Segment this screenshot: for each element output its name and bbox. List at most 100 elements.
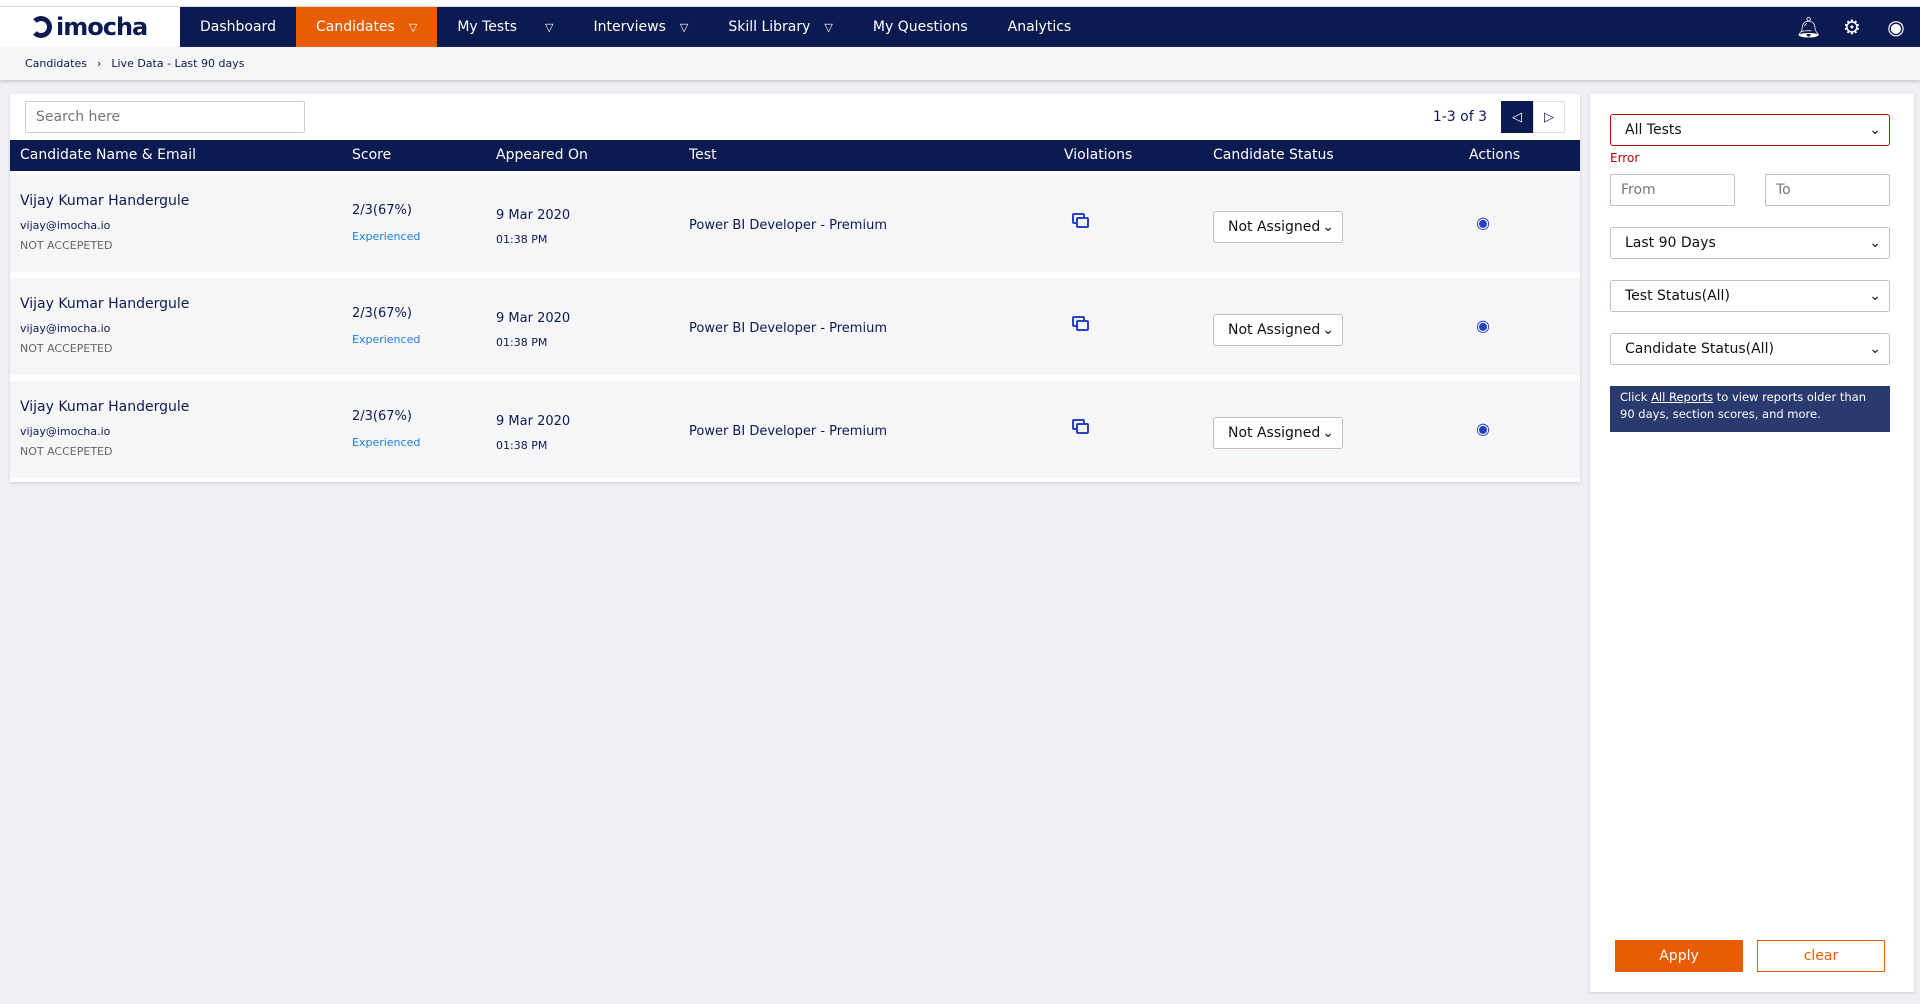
nav-skill-library[interactable]: Skill Library ▽ <box>708 7 853 47</box>
chevron-down-icon: ⌄ <box>1869 122 1881 138</box>
chevron-down-icon: ⌄ <box>1869 235 1881 251</box>
table-header: Candidate Name & Email Score Appeared On… <box>10 140 1580 171</box>
experience-level: Experienced <box>352 230 421 243</box>
header-status: Candidate Status <box>1213 147 1334 163</box>
apply-button[interactable]: Apply <box>1615 940 1743 972</box>
filter-panel: All Tests ⌄ Error From To Last 90 Days ⌄ T… <box>1590 94 1914 992</box>
test-select[interactable]: All Tests ⌄ <box>1610 114 1890 146</box>
info-box: Click All Reports to view reports older … <box>1610 386 1890 432</box>
dropdown-triangle-icon[interactable]: ▽ <box>409 21 417 34</box>
table-row: Vijay Kumar Handergule vijay@imocha.io N… <box>10 278 1580 375</box>
search-input[interactable] <box>25 101 305 133</box>
gear-icon[interactable]: ⚙ <box>1840 15 1864 39</box>
pagination-text: 1-3 of 3 <box>1432 109 1487 125</box>
all-reports-link[interactable]: All Reports <box>1651 390 1713 404</box>
invite-status: NOT ACCEPETED <box>20 239 113 252</box>
error-message: Error <box>1610 151 1640 165</box>
candidate-email: vijay@imocha.io <box>20 219 111 232</box>
header-actions: Actions <box>1469 147 1521 163</box>
header-violations: Violations <box>1064 147 1133 163</box>
dropdown-triangle-icon[interactable]: ▽ <box>545 21 553 34</box>
select-value: Not Assigned <box>1228 425 1321 441</box>
nav-label: Candidates <box>315 19 395 35</box>
violations-icon[interactable] <box>1072 213 1090 229</box>
invite-status: NOT ACCEPETED <box>20 342 113 355</box>
brand-name: imocha <box>56 13 148 41</box>
dropdown-triangle-icon[interactable]: ▽ <box>680 21 688 34</box>
table-row: Vijay Kumar Handergule vijay@imocha.io N… <box>10 381 1580 478</box>
nav-interviews[interactable]: Interviews ▽ <box>573 7 708 47</box>
header-score: Score <box>352 147 392 163</box>
select-value: Last 90 Days <box>1625 235 1716 251</box>
test-name: Power BI Developer - Premium <box>689 424 887 439</box>
appeared-time: 01:38 PM <box>496 233 548 246</box>
nav-label: Interviews <box>593 19 666 35</box>
to-date-input[interactable]: To <box>1765 174 1890 206</box>
select-value: Candidate Status(All) <box>1625 341 1774 357</box>
bell-icon[interactable]: 🔔︎ <box>1796 15 1821 39</box>
period-select[interactable]: Last 90 Days ⌄ <box>1610 227 1890 259</box>
table-row: Vijay Kumar Handergule vijay@imocha.io N… <box>10 175 1580 272</box>
nav-analytics[interactable]: Analytics <box>988 7 1092 47</box>
select-value: Test Status(All) <box>1625 288 1730 304</box>
chevron-down-icon: ⌄ <box>1869 288 1881 304</box>
from-date-input[interactable]: From <box>1610 174 1735 206</box>
candidate-status-select[interactable]: Not Assigned ⌄ <box>1213 314 1343 346</box>
nav-label: My Questions <box>872 19 968 35</box>
score: 2/3(67%) <box>352 409 412 424</box>
test-name: Power BI Developer - Premium <box>689 321 887 336</box>
appeared-date: 9 Mar 2020 <box>496 311 571 326</box>
appeared-date: 9 Mar 2020 <box>496 414 571 429</box>
candidate-email: vijay@imocha.io <box>20 425 111 438</box>
top-nav: Dashboard Candidates ▽ My Tests ▽ Intervie… <box>180 7 1920 47</box>
clear-button[interactable]: clear <box>1757 940 1885 972</box>
candidate-name[interactable]: Vijay Kumar Handergule <box>20 193 189 209</box>
violations-icon[interactable] <box>1072 419 1090 435</box>
experience-level: Experienced <box>352 436 421 449</box>
nav-label: Skill Library <box>728 19 811 35</box>
prev-page-button[interactable]: ◁ <box>1501 101 1533 133</box>
view-eye-icon[interactable]: ◉ <box>1476 316 1490 335</box>
breadcrumb-candidates[interactable]: Candidates <box>25 57 87 70</box>
imocha-logo[interactable]: imocha <box>0 7 180 47</box>
appeared-time: 01:38 PM <box>496 336 548 349</box>
view-eye-icon[interactable]: ◉ <box>1476 213 1490 232</box>
appeared-time: 01:38 PM <box>496 439 548 452</box>
breadcrumb-separator: › <box>96 57 102 70</box>
test-name: Power BI Developer - Premium <box>689 218 887 233</box>
header-name: Candidate Name & Email <box>20 147 196 163</box>
breadcrumb: Candidates › Live Data - Last 90 days <box>0 47 1920 80</box>
candidate-email: vijay@imocha.io <box>20 322 111 335</box>
logo-icon <box>30 16 52 38</box>
chevron-down-icon: ⌄ <box>1322 219 1334 235</box>
top-strip <box>0 0 1920 7</box>
nav-my-tests[interactable]: My Tests ▽ <box>437 7 573 47</box>
test-status-select[interactable]: Test Status(All) ⌄ <box>1610 280 1890 312</box>
chevron-down-icon: ⌄ <box>1869 341 1881 357</box>
info-prefix: Click <box>1620 390 1648 404</box>
view-eye-icon[interactable]: ◉ <box>1476 419 1490 438</box>
appeared-date: 9 Mar 2020 <box>496 208 571 223</box>
nav-label: Analytics <box>1007 19 1072 35</box>
next-page-button[interactable]: ▷ <box>1533 101 1565 133</box>
candidate-name[interactable]: Vijay Kumar Handergule <box>20 399 189 415</box>
experience-level: Experienced <box>352 333 421 346</box>
select-value: Not Assigned <box>1228 322 1321 338</box>
user-icon[interactable]: ◉ <box>1884 15 1908 39</box>
candidate-status-select[interactable]: Candidate Status(All) ⌄ <box>1610 333 1890 365</box>
violations-icon[interactable] <box>1072 316 1090 332</box>
nav-label: My Tests <box>457 19 517 35</box>
candidate-status-select[interactable]: Not Assigned ⌄ <box>1213 417 1343 449</box>
nav-my-questions[interactable]: My Questions <box>853 7 988 47</box>
candidate-name[interactable]: Vijay Kumar Handergule <box>20 296 189 312</box>
nav-dashboard[interactable]: Dashboard <box>180 7 296 47</box>
pagination: 1-3 of 3 ◁ ▷ <box>1433 101 1565 133</box>
candidate-status-select[interactable]: Not Assigned ⌄ <box>1213 211 1343 243</box>
breadcrumb-current: Live Data - Last 90 days <box>111 57 245 70</box>
nav-label: Dashboard <box>200 19 276 35</box>
header-appeared: Appeared On <box>496 147 588 163</box>
select-value: Not Assigned <box>1228 219 1321 235</box>
dropdown-triangle-icon[interactable]: ▽ <box>824 21 832 34</box>
nav-candidates[interactable]: Candidates ▽ <box>295 7 438 47</box>
candidates-panel: 1-3 of 3 ◁ ▷ Candidate Name & Email Scor… <box>10 94 1580 482</box>
